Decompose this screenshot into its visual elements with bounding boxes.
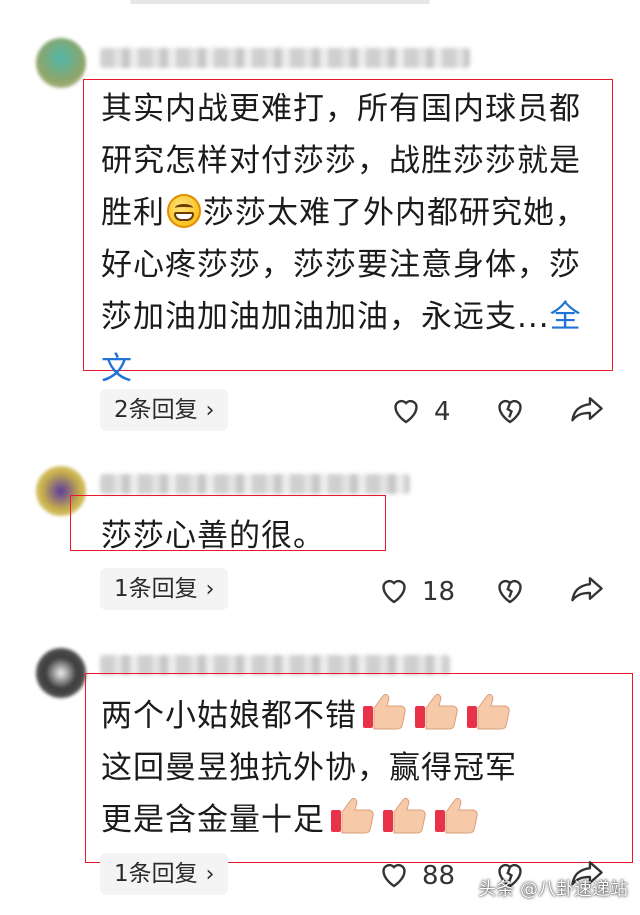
- dislike-button[interactable]: [492, 572, 528, 612]
- like-count: 4: [434, 397, 451, 427]
- thumbs-up-icon: [363, 693, 406, 730]
- thumbs-up-icon: [467, 693, 510, 730]
- dislike-button[interactable]: [492, 392, 528, 432]
- like-button[interactable]: [376, 572, 412, 612]
- share-button[interactable]: [568, 572, 606, 612]
- thumbs-up-icon: [331, 797, 374, 834]
- like-button[interactable]: [388, 392, 424, 432]
- username-blurred[interactable]: [100, 655, 450, 675]
- comment-line-3: 更是含金量十足: [101, 802, 325, 838]
- comment-text: 两个小姑娘都不错 这回曼昱独抗外协，赢得冠军 更是含金量十足: [101, 690, 621, 846]
- avatar[interactable]: [36, 38, 86, 88]
- view-replies-button[interactable]: 1条回复 ›: [100, 568, 229, 610]
- chevron-right-icon: ›: [205, 862, 215, 887]
- broken-heart-icon: [498, 579, 522, 604]
- previous-comment-edge: [0, 0, 640, 6]
- view-replies-button[interactable]: 2条回复 ›: [100, 389, 229, 431]
- chevron-right-icon: ›: [205, 398, 215, 423]
- share-arrow-icon: [571, 577, 603, 602]
- grinning-face-icon: [167, 194, 201, 228]
- username-blurred[interactable]: [100, 474, 410, 494]
- like-count: 18: [422, 577, 456, 607]
- thumbs-up-icon: [435, 797, 478, 834]
- reply-count-label: 1条回复: [114, 576, 198, 602]
- comment-text: 其实内战更难打，所有国内球员都研究怎样对付莎莎，战胜莎莎就是胜利 莎莎太难了外内都…: [101, 83, 601, 395]
- comment-line-1: 两个小姑娘都不错: [101, 698, 357, 734]
- heart-outline-icon: [382, 579, 406, 604]
- like-button[interactable]: [376, 856, 412, 896]
- share-arrow-icon: [571, 397, 603, 422]
- watermark: 头条 @八卦速递站: [478, 879, 628, 900]
- like-count: 88: [422, 861, 456, 891]
- heart-outline-icon: [382, 863, 406, 888]
- username-blurred[interactable]: [100, 48, 470, 68]
- avatar[interactable]: [36, 648, 86, 698]
- view-replies-button[interactable]: 1条回复 ›: [100, 853, 229, 895]
- reply-count-label: 2条回复: [114, 397, 198, 423]
- thumbs-up-icon: [415, 693, 458, 730]
- reply-count-label: 1条回复: [114, 861, 198, 887]
- heart-outline-icon: [394, 399, 418, 424]
- comment-line-2: 这回曼昱独抗外协，赢得冠军: [101, 750, 517, 786]
- broken-heart-icon: [498, 399, 522, 424]
- comment-text: 莎莎心善的很。: [101, 510, 325, 562]
- comment-body: 莎莎心善的很。: [101, 518, 325, 554]
- thumbs-up-icon: [383, 797, 426, 834]
- chevron-right-icon: ›: [205, 577, 215, 602]
- share-button[interactable]: [568, 392, 606, 432]
